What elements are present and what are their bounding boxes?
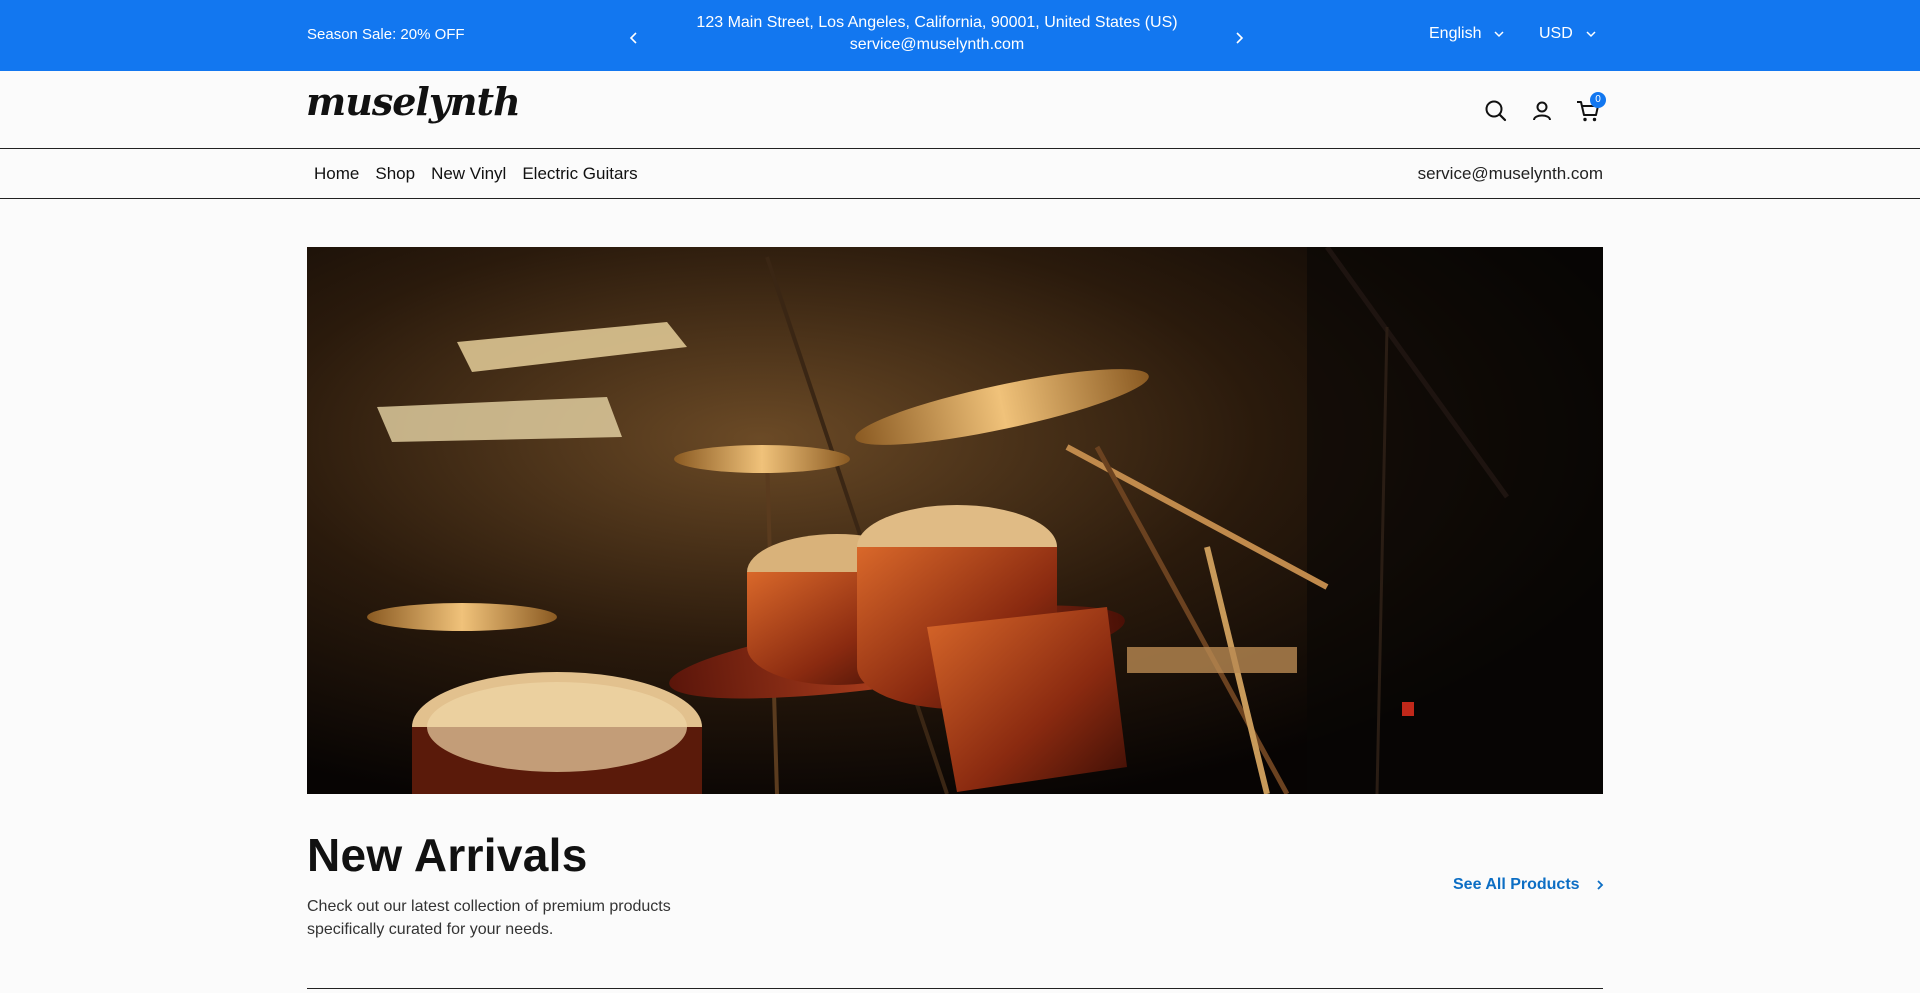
nav-menu: Home Shop New Vinyl Electric Guitars	[306, 164, 646, 184]
account-button[interactable]	[1529, 98, 1555, 124]
nav-item-shop[interactable]: Shop	[367, 164, 423, 184]
address-email: service@muselynth.com	[849, 36, 1025, 53]
site-header: muselynth 0	[0, 71, 1920, 149]
currency-label: USD	[1539, 25, 1573, 42]
hero-banner-image[interactable]	[307, 247, 1603, 794]
chevron-left-icon	[629, 32, 637, 44]
language-label: English	[1429, 25, 1482, 42]
chevron-down-icon	[1586, 31, 1596, 38]
contact-email[interactable]: service@muselynth.com	[1418, 164, 1603, 184]
previous-announcement-button[interactable]	[627, 31, 641, 45]
search-button[interactable]	[1483, 98, 1509, 124]
product-grid-top-border	[307, 988, 1603, 993]
language-selector[interactable]: English	[1429, 25, 1505, 43]
address-line: 123 Main Street, Los Angeles, California…	[696, 14, 1178, 31]
new-arrivals-subtitle: Check out our latest collection of premi…	[307, 898, 671, 938]
announcement-bar: Season Sale: 20% OFF 123 Main Street, Lo…	[0, 0, 1920, 71]
user-icon	[1533, 101, 1551, 121]
chevron-right-icon	[1236, 32, 1244, 44]
chevron-right-icon	[1596, 880, 1603, 890]
see-all-products-link[interactable]: See All Products	[1453, 876, 1606, 894]
new-arrivals-title: New Arrivals	[307, 829, 588, 881]
next-announcement-button[interactable]	[1232, 31, 1246, 45]
see-all-label: See All Products	[1453, 876, 1580, 893]
drum-kit-illustration	[307, 247, 1603, 794]
chevron-down-icon	[1494, 31, 1505, 38]
currency-selector[interactable]: USD	[1539, 25, 1597, 43]
search-icon	[1485, 100, 1507, 122]
promo-text: Season Sale: 20% OFF	[307, 26, 465, 43]
nav-item-new-vinyl[interactable]: New Vinyl	[423, 164, 514, 184]
cart-count-badge: 0	[1590, 92, 1606, 108]
nav-item-home[interactable]: Home	[306, 164, 367, 184]
store-address: 123 Main Street, Los Angeles, California…	[660, 12, 1214, 56]
nav-item-electric-guitars[interactable]: Electric Guitars	[514, 164, 645, 184]
main-navigation: Home Shop New Vinyl Electric Guitars ser…	[0, 150, 1920, 199]
site-logo[interactable]: muselynth	[306, 79, 521, 124]
